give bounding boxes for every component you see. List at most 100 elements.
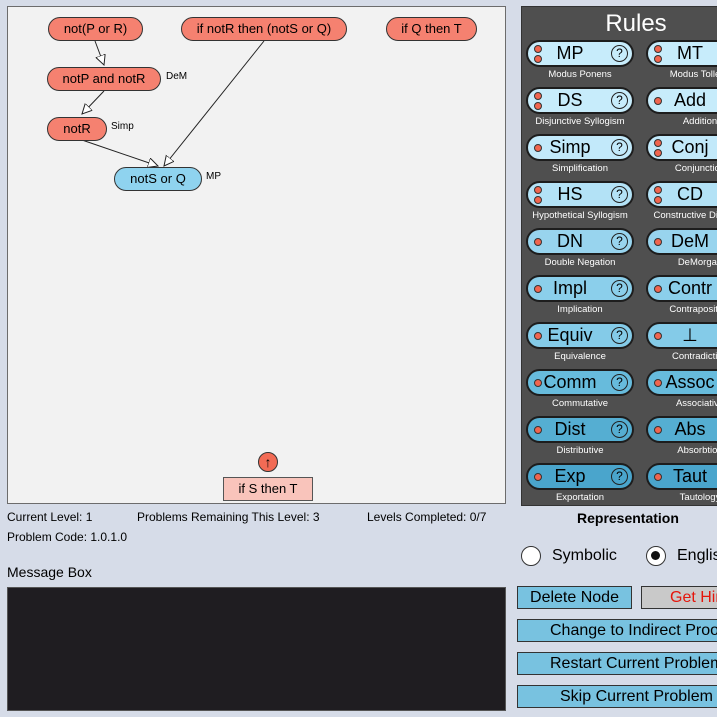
rule-name: Implication <box>557 304 603 315</box>
rule-name: Contradiction <box>672 351 717 362</box>
rule-button[interactable]: Taut? <box>646 463 717 490</box>
rules-title: Rules <box>605 10 667 37</box>
derived-node[interactable]: notP and notR <box>47 67 161 91</box>
rule-name: Modus Ponens <box>548 69 612 80</box>
rule-abbr: DS <box>557 90 583 110</box>
representation-title: Representation <box>577 510 679 526</box>
derived-node[interactable]: notR <box>47 117 107 141</box>
rule-card: DS? Disjunctive Syllogism <box>522 87 634 131</box>
rule-button[interactable]: DS? <box>526 87 634 114</box>
rule-button[interactable]: Dist? <box>526 416 634 443</box>
rule-card: Contr? Contraposition <box>642 275 717 319</box>
rule-button[interactable]: Conj? <box>646 134 717 161</box>
rule-name: Addition <box>682 116 717 127</box>
rule-abbr: Conj <box>671 137 709 157</box>
rule-card: Simp? Simplification <box>522 134 634 178</box>
rule-button[interactable]: Comm? <box>526 369 634 396</box>
rule-name: Equivalence <box>554 351 606 362</box>
derived-node[interactable]: notS or Q <box>114 167 202 191</box>
get-hint-button[interactable]: Get Hint <box>641 586 717 609</box>
rule-button[interactable]: DeM? <box>646 228 717 255</box>
rule-name: Distributive <box>556 445 604 456</box>
help-icon[interactable]: ? <box>611 374 628 391</box>
rule-abbr: Simp <box>549 137 591 157</box>
rule-abbr: Add <box>673 90 707 110</box>
rule-abbr: CD <box>677 184 703 204</box>
english-label[interactable]: English <box>677 546 717 566</box>
symbolic-label[interactable]: Symbolic <box>552 546 617 566</box>
rule-button[interactable]: Contr? <box>646 275 717 302</box>
rule-button[interactable]: Equiv? <box>526 322 634 349</box>
goal-node[interactable]: if S then T <box>223 477 313 501</box>
help-icon[interactable]: ? <box>611 280 628 297</box>
rule-button[interactable]: Simp? <box>526 134 634 161</box>
rule-button[interactable]: Abs? <box>646 416 717 443</box>
rule-name: Exportation <box>555 492 605 503</box>
rule-card: Abs? Absorbtion <box>642 416 717 460</box>
symbolic-radio[interactable] <box>521 546 541 566</box>
rule-abbr: Taut <box>672 466 708 486</box>
justification-label: MP <box>206 171 221 182</box>
rule-card: Add? Addition <box>642 87 717 131</box>
rule-button[interactable]: ⊥? <box>646 322 717 349</box>
rule-card: MP? Modus Ponens <box>522 40 634 84</box>
premise-node[interactable]: not(P or R) <box>48 17 143 41</box>
rule-button[interactable]: Assoc? <box>646 369 717 396</box>
rule-button[interactable]: Impl? <box>526 275 634 302</box>
rule-button[interactable]: Exp? <box>526 463 634 490</box>
edge-premise1-dem <box>94 40 104 65</box>
help-icon[interactable]: ? <box>611 421 628 438</box>
rule-name: Conjunction <box>674 163 717 174</box>
rule-abbr: Contr <box>667 278 712 298</box>
rule-card: Assoc? Associative <box>642 369 717 413</box>
justification-label: Simp <box>111 121 134 132</box>
rule-card: ⊥? Contradiction <box>642 322 717 366</box>
skip-problem-button[interactable]: Skip Current Problem <box>517 685 717 708</box>
help-icon[interactable]: ? <box>611 92 628 109</box>
rule-name: Modus Tollens <box>669 69 717 80</box>
rule-abbr: MT <box>677 43 703 63</box>
rule-card: MT? Modus Tollens <box>642 40 717 84</box>
delete-node-button[interactable]: Delete Node <box>517 586 632 609</box>
help-icon[interactable]: ? <box>611 139 628 156</box>
help-icon[interactable]: ? <box>611 186 628 203</box>
rule-card: Comm? Commutative <box>522 369 634 413</box>
rule-name: DeMorgan <box>677 257 717 268</box>
help-icon[interactable]: ? <box>611 233 628 250</box>
help-icon[interactable]: ? <box>611 327 628 344</box>
proof-canvas[interactable]: not(P or R) if notR then (notS or Q) if … <box>7 6 506 504</box>
rule-button[interactable]: MT? <box>646 40 717 67</box>
rule-name: Hypothetical Syllogism <box>532 210 628 221</box>
edge-simp-mp <box>81 139 158 166</box>
rule-name: Contraposition <box>669 304 717 315</box>
rule-button[interactable]: HS? <box>526 181 634 208</box>
problems-remaining: Problems Remaining This Level: 3 <box>137 510 320 524</box>
rule-name: Absorbtion <box>677 445 717 456</box>
rule-card: Dist? Distributive <box>522 416 634 460</box>
rule-abbr: Impl <box>552 278 587 298</box>
rule-button[interactable]: DN? <box>526 228 634 255</box>
rule-card: Equiv? Equivalence <box>522 322 634 366</box>
premise-node[interactable]: if notR then (notS or Q) <box>181 17 347 41</box>
rules-panel: Rules MP? Modus Ponens MT? Modus Tollens DS?… <box>521 6 717 506</box>
premise-node[interactable]: if Q then T <box>386 17 477 41</box>
arrow-up-icon[interactable]: ↑ <box>258 452 278 472</box>
edge-premise2-mp <box>164 40 265 166</box>
rule-abbr: Dist <box>554 419 586 439</box>
rule-button[interactable]: MP? <box>526 40 634 67</box>
rule-card: CD? Constructive Dilemma <box>642 181 717 225</box>
rule-card: Impl? Implication <box>522 275 634 319</box>
rule-button[interactable]: Add? <box>646 87 717 114</box>
justification-label: DeM <box>166 71 188 82</box>
message-box-title: Message Box <box>7 564 92 580</box>
rule-button[interactable]: CD? <box>646 181 717 208</box>
help-icon[interactable]: ? <box>611 45 628 62</box>
rule-card: HS? Hypothetical Syllogism <box>522 181 634 225</box>
rule-card: DN? Double Negation <box>522 228 634 272</box>
problem-code: Problem Code: 1.0.1.0 <box>7 530 128 544</box>
english-radio[interactable] <box>646 546 666 566</box>
help-icon[interactable]: ? <box>611 468 628 485</box>
rule-name: Associative <box>675 398 717 409</box>
change-indirect-proof-button[interactable]: Change to Indirect Proof <box>517 619 717 642</box>
restart-problem-button[interactable]: Restart Current Problem <box>517 652 717 675</box>
